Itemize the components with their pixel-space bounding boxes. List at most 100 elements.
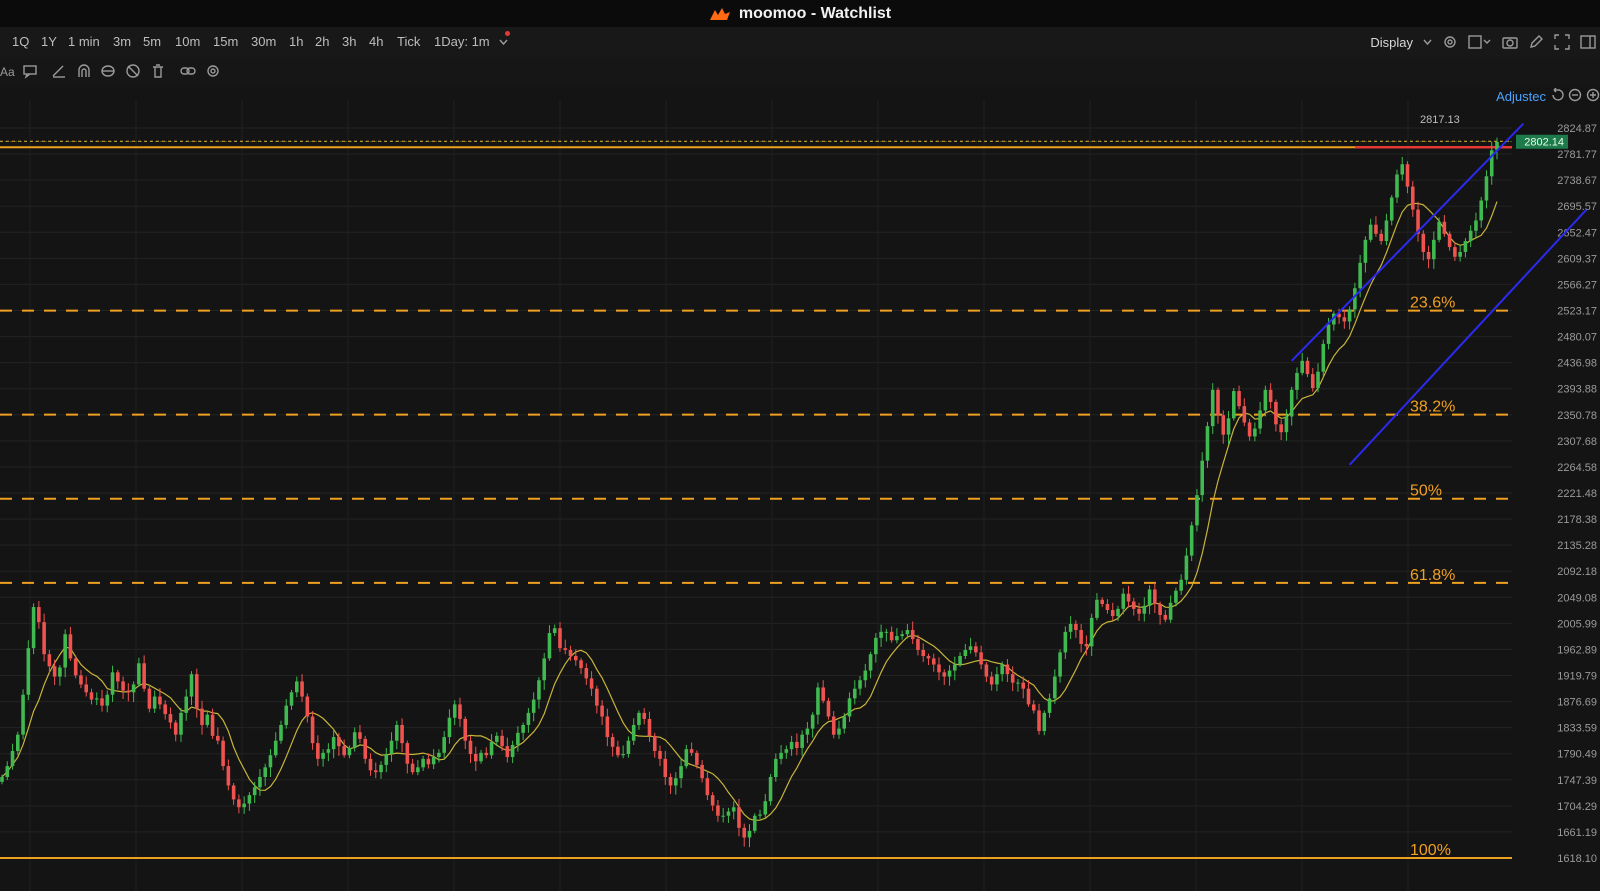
candle (1395, 174, 1399, 198)
camera-icon[interactable] (1502, 34, 1518, 50)
tf-1q[interactable]: 1Q (12, 34, 29, 49)
candle (805, 728, 810, 735)
candle (294, 681, 299, 693)
trash-icon[interactable] (150, 63, 166, 79)
fib-label: 50% (1410, 483, 1442, 500)
candle (795, 741, 799, 748)
candle (1037, 710, 1041, 732)
candle (405, 743, 410, 764)
candle (179, 712, 183, 735)
candle (1158, 603, 1162, 615)
tf-1y[interactable]: 1Y (41, 34, 57, 49)
candle (1426, 251, 1431, 260)
tf-10m[interactable]: 10m (175, 34, 200, 49)
candle (147, 688, 152, 709)
candle (68, 634, 73, 659)
fib-label: 38.2% (1410, 399, 1455, 416)
link-icon[interactable] (180, 63, 196, 79)
candle (1200, 460, 1205, 496)
candle (547, 633, 552, 659)
chevron-down-icon[interactable] (1423, 39, 1432, 46)
y-tick-label: 1919.79 (1557, 671, 1597, 683)
tf-15m[interactable]: 15m (213, 34, 238, 49)
pen-icon[interactable] (51, 63, 67, 79)
candle (789, 741, 794, 750)
candle (1058, 652, 1062, 677)
text-icon[interactable]: Aa (0, 63, 16, 79)
toolbar-right: Display (1370, 27, 1600, 57)
candle (100, 698, 104, 706)
tf-3h[interactable]: 3h (342, 34, 356, 49)
candle (595, 688, 599, 706)
candle (5, 766, 10, 778)
tf-5m[interactable]: 5m (143, 34, 161, 49)
candle (1247, 422, 1252, 437)
candle (137, 663, 141, 685)
candle (1289, 389, 1294, 417)
candle (1142, 605, 1147, 614)
candle (995, 674, 999, 685)
price-chart[interactable]: 2824.872781.772738.672695.572652.472609.… (0, 100, 1600, 891)
candle (558, 628, 562, 649)
pencil-icon[interactable] (1528, 34, 1544, 50)
candle (784, 749, 789, 753)
candle (537, 680, 541, 700)
display-button[interactable]: Display (1370, 35, 1413, 50)
tf-2h[interactable]: 2h (315, 34, 329, 49)
tf-1h[interactable]: 1h (289, 34, 303, 49)
candle (1184, 555, 1189, 580)
tf-4h[interactable]: 4h (369, 34, 383, 49)
candle (637, 712, 641, 725)
tf-1day-1m[interactable]: 1Day: 1m (434, 34, 490, 49)
magnet-icon[interactable] (76, 63, 92, 79)
candle (21, 694, 25, 735)
candle (300, 681, 304, 697)
candle (1274, 401, 1278, 425)
tf-30m[interactable]: 30m (251, 34, 276, 49)
candle (163, 704, 167, 715)
candle (1310, 374, 1315, 389)
tf-1min[interactable]: 1 min (68, 34, 100, 49)
candle (1016, 682, 1020, 684)
candle (979, 652, 983, 665)
candle (379, 764, 383, 773)
candle (116, 672, 120, 682)
gear-icon[interactable] (1442, 34, 1458, 50)
candle (63, 634, 67, 668)
comment-icon[interactable] (22, 63, 38, 79)
candle (126, 690, 131, 693)
candle (1074, 623, 1078, 631)
candle (926, 656, 931, 659)
candle (879, 631, 883, 638)
candle (1463, 241, 1468, 252)
candle (847, 698, 852, 717)
lock-icon[interactable] (100, 63, 116, 79)
y-tick-label: 2393.88 (1557, 384, 1597, 396)
panel-icon[interactable] (1580, 34, 1596, 50)
fullscreen-icon[interactable] (1554, 34, 1570, 50)
y-tick-label: 2824.87 (1557, 123, 1597, 135)
y-tick-label: 2135.28 (1557, 540, 1597, 552)
y-tick-label: 2264.58 (1557, 462, 1597, 474)
candle (431, 757, 436, 765)
channel-lower-line (1348, 208, 1588, 466)
candle (1047, 698, 1052, 713)
candle (531, 699, 536, 713)
layout-icon[interactable] (1468, 34, 1492, 50)
candle (989, 676, 994, 685)
tf-tick[interactable]: Tick (397, 34, 420, 49)
candle (695, 752, 699, 765)
candle (1131, 601, 1136, 609)
y-tick-label: 2609.37 (1557, 253, 1597, 265)
candle (1116, 608, 1120, 617)
candle (1163, 614, 1168, 620)
hide-icon[interactable] (125, 63, 141, 79)
chevron-down-icon[interactable] (499, 39, 508, 46)
candle (826, 700, 831, 717)
tf-3m[interactable]: 3m (113, 34, 131, 49)
candle (10, 750, 15, 767)
candle (284, 705, 289, 725)
candle (42, 622, 46, 655)
settings-icon[interactable] (205, 63, 221, 79)
candle (774, 758, 778, 778)
